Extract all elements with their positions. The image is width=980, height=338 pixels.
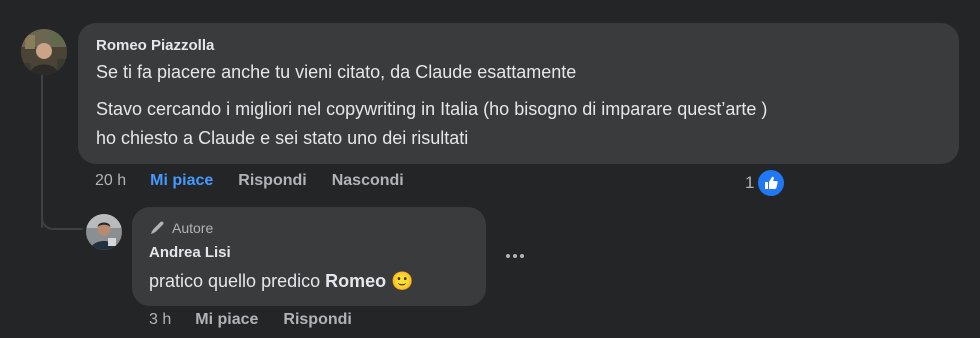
comment-like-button[interactable]: Mi piace (150, 172, 213, 190)
reply-reply-button[interactable]: Rispondi (283, 311, 351, 329)
author-badge: Autore (149, 219, 213, 236)
more-options-icon[interactable] (503, 244, 527, 268)
comment-bubble: Romeo Piazzolla Se ti fa piacere anche t… (78, 23, 959, 164)
comment-hide-button[interactable]: Nascondi (332, 172, 404, 190)
thread-connector-branch (55, 228, 83, 230)
thread-connector-line (41, 74, 43, 228)
reply-timestamp[interactable]: 3 h (149, 311, 171, 329)
thumbs-up-icon (756, 168, 787, 198)
comment-actions: 20 h Mi piace Rispondi Nascondi (95, 172, 429, 190)
comment-reactions[interactable]: 1 (745, 168, 787, 198)
reply-like-button[interactable]: Mi piace (195, 311, 258, 329)
reply-author-name[interactable]: Andrea Lisi (149, 244, 231, 261)
reply-mention-link[interactable]: Romeo (325, 271, 386, 291)
reaction-count: 1 (745, 173, 755, 192)
comment-timestamp[interactable]: 20 h (95, 172, 126, 190)
avatar-andrea[interactable] (86, 214, 122, 250)
reply-text-body: pratico quello predico (149, 271, 326, 291)
reply-actions: 3 h Mi piace Rispondi (149, 311, 377, 329)
comment-text-line-1: Se ti fa piacere anche tu vieni citato, … (96, 62, 577, 82)
comment-reply-button[interactable]: Rispondi (238, 172, 306, 190)
comment-text-line-2: Stavo cercando i migliori nel copywritin… (96, 99, 768, 119)
comment-thread: Romeo Piazzolla Se ti fa piacere anche t… (0, 0, 980, 338)
comment-author-name[interactable]: Romeo Piazzolla (96, 37, 214, 54)
comment-text-line-3: ho chiesto a Claude e sei stato uno dei … (96, 128, 469, 148)
pen-icon (151, 221, 164, 234)
reply-bubble: Autore Andrea Lisi pratico quello predic… (132, 207, 486, 306)
smiley-emoji-icon: 🙂 (391, 271, 414, 291)
reply-text: pratico quello predico Romeo 🙂 (149, 270, 414, 292)
author-badge-label: Autore (172, 219, 214, 236)
avatar-romeo[interactable] (21, 29, 67, 75)
